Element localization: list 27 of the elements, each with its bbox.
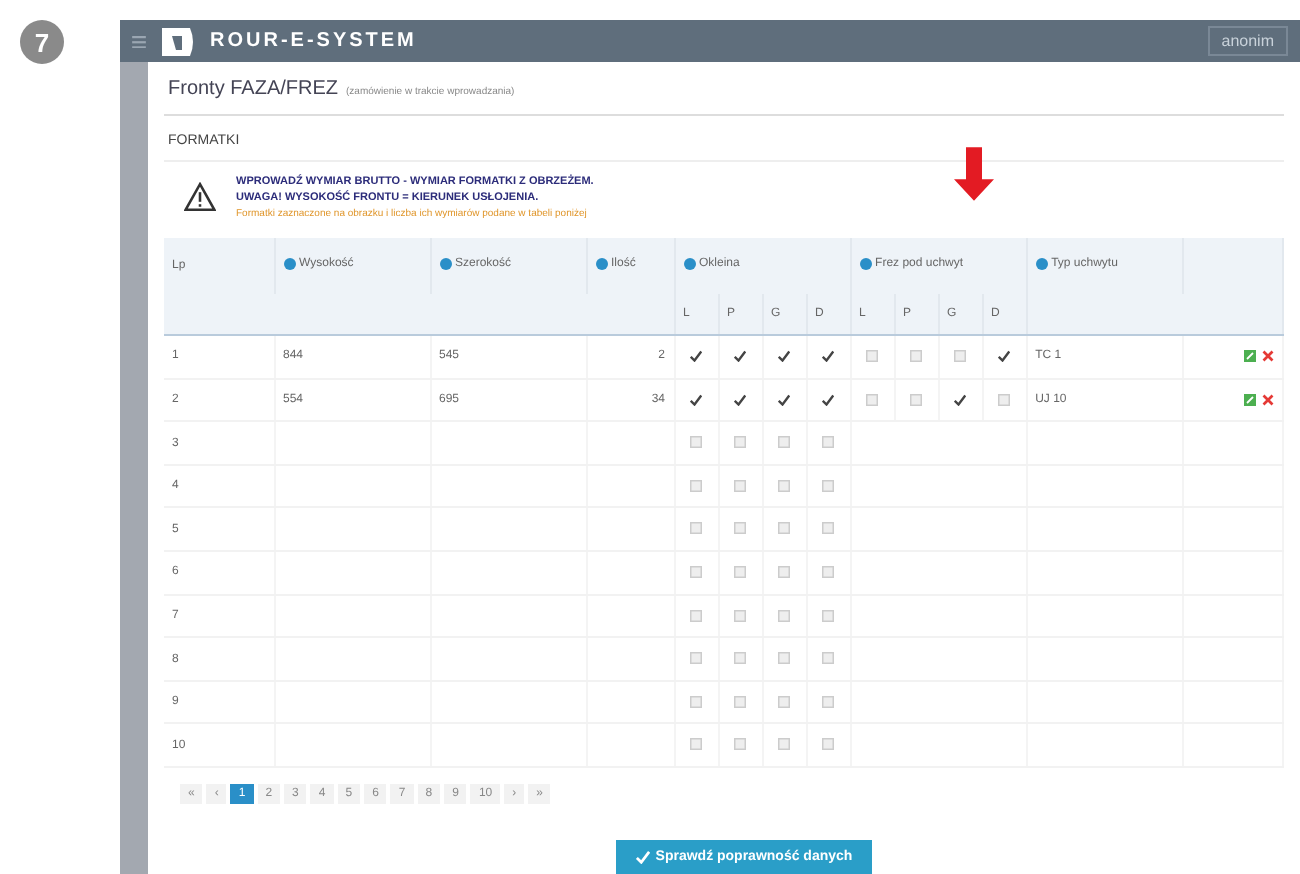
checkbox[interactable] — [778, 393, 790, 406]
menu-icon[interactable] — [132, 35, 146, 48]
check-icon — [635, 850, 650, 864]
delete-icon[interactable] — [1262, 393, 1274, 406]
info-icon[interactable] — [595, 258, 607, 271]
edit-icon[interactable] — [1244, 350, 1256, 363]
checkbox[interactable] — [954, 393, 967, 406]
info-icon[interactable] — [683, 258, 695, 271]
edit-icon[interactable] — [1244, 393, 1256, 406]
checkbox[interactable] — [734, 393, 746, 406]
step-badge: 7 — [20, 20, 64, 64]
checkbox[interactable] — [778, 350, 790, 363]
checkbox[interactable] — [822, 393, 835, 406]
checkbox[interactable] — [822, 350, 835, 363]
info-icon[interactable] — [859, 258, 872, 271]
info-icon[interactable] — [439, 258, 451, 271]
info-icon[interactable] — [283, 258, 295, 271]
logo-text: ROUR-E-SYSTEM — [210, 30, 417, 53]
delete-icon[interactable] — [1262, 350, 1274, 363]
warning-icon — [184, 182, 216, 213]
checkbox[interactable] — [998, 350, 1011, 363]
page-title: Fronty FAZA/FREZ — [168, 78, 339, 101]
user-menu[interactable]: anonim — [1207, 26, 1288, 57]
checkbox[interactable] — [690, 393, 702, 406]
checkbox[interactable] — [734, 350, 746, 363]
info-icon[interactable] — [1035, 258, 1048, 271]
checkbox[interactable] — [690, 350, 702, 363]
